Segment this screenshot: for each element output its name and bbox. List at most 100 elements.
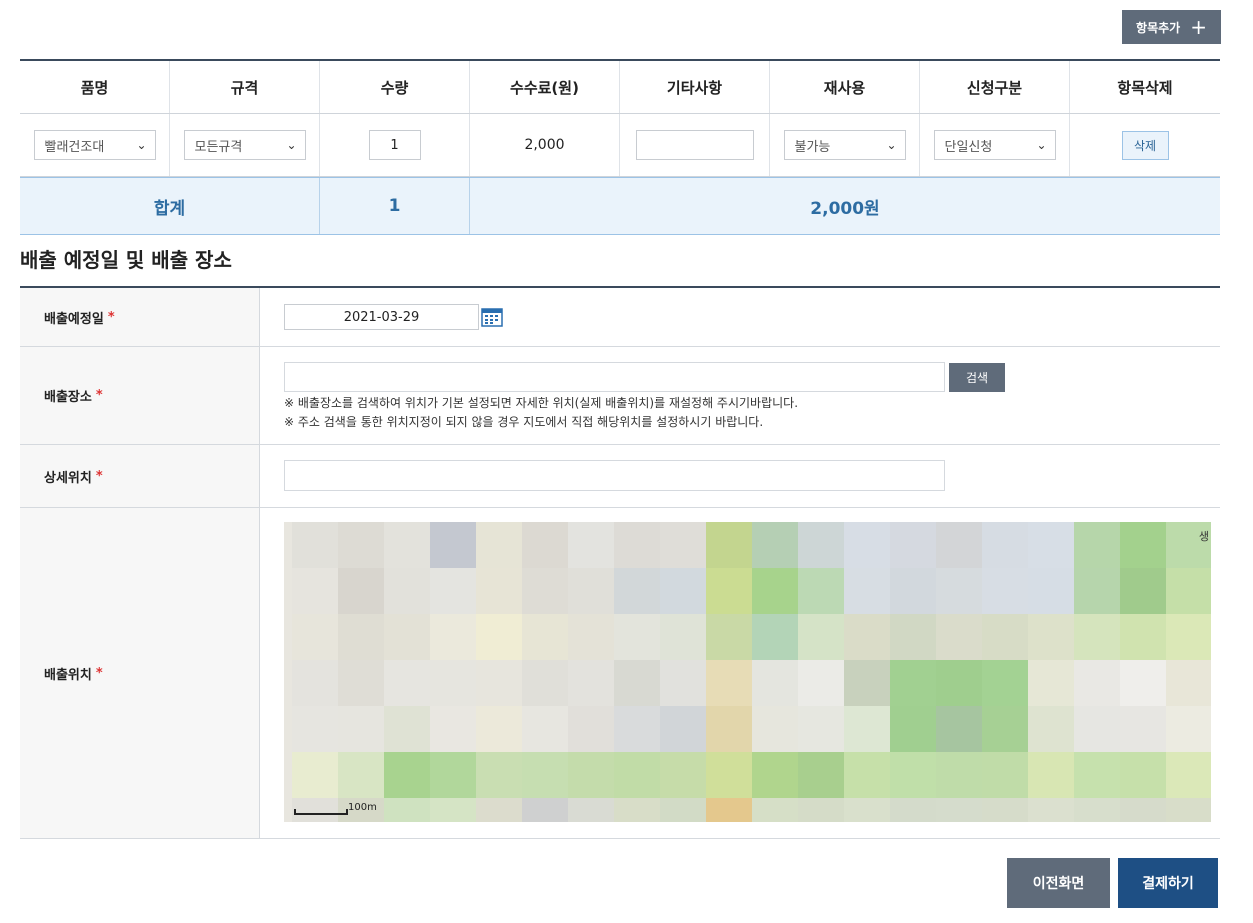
detail-location-input[interactable]	[284, 460, 945, 491]
map-tile	[430, 522, 476, 568]
note-input[interactable]	[635, 130, 754, 160]
map-tile	[752, 798, 798, 822]
map-tile	[1028, 752, 1074, 798]
map-tile	[798, 706, 844, 752]
map-tile	[798, 522, 844, 568]
map-tile	[982, 522, 1028, 568]
header-fee: 수수료(원)	[470, 61, 620, 113]
map-tile	[614, 706, 660, 752]
map-edge-label: 생	[1198, 530, 1209, 543]
map-tile	[890, 568, 936, 614]
plus-icon: +	[1190, 15, 1207, 39]
map-tile	[384, 614, 430, 660]
location-map[interactable]: 100m 생	[284, 522, 1211, 822]
place-value-cell: 검색 ※ 배출장소를 검색하여 위치가 기본 설정되면 자세한 위치(실제 배출…	[260, 347, 1220, 444]
map-tile	[384, 522, 430, 568]
header-quantity: 수량	[320, 61, 470, 113]
map-tile	[1028, 798, 1074, 822]
map-tile	[292, 752, 338, 798]
section-title: 배출 예정일 및 배출 장소	[20, 248, 232, 272]
map-tile	[430, 568, 476, 614]
cell-quantity: 1	[320, 114, 470, 176]
date-input[interactable]: 2021-03-29	[284, 304, 479, 330]
map-tile	[1166, 660, 1211, 706]
quantity-input[interactable]: 1	[368, 130, 421, 160]
map-tile	[430, 614, 476, 660]
delete-button[interactable]: 삭제	[1121, 130, 1169, 160]
pay-button[interactable]: 결제하기	[1118, 858, 1218, 908]
map-tile	[522, 706, 568, 752]
map-tile	[292, 614, 338, 660]
request-type-select[interactable]: 단일신청 ⌄	[933, 130, 1056, 160]
map-tile	[706, 752, 752, 798]
header-request-type: 신청구분	[920, 61, 1070, 113]
map-tile	[568, 522, 614, 568]
map-tile	[982, 752, 1028, 798]
items-table: 품명 규격 수량 수수료(원) 기타사항 재사용 신청구분 항목삭제 빨래건조대…	[20, 59, 1220, 235]
map-tile	[476, 706, 522, 752]
header-note: 기타사항	[620, 61, 770, 113]
map-tile	[1120, 660, 1166, 706]
map-tile	[1074, 752, 1120, 798]
total-label: 합계	[20, 178, 320, 234]
map-tile	[292, 660, 338, 706]
map-tile	[292, 522, 338, 568]
map-tile	[890, 752, 936, 798]
reuse-select-value: 불가능	[794, 139, 831, 155]
detail-label-text: 상세위치	[44, 470, 92, 486]
map-tile	[890, 660, 936, 706]
map-value-cell: 100m 생	[260, 508, 1220, 838]
map-tile	[1120, 568, 1166, 614]
map-tile	[844, 706, 890, 752]
address-input[interactable]	[284, 362, 945, 392]
calendar-icon[interactable]	[481, 307, 503, 327]
map-tile	[338, 752, 384, 798]
map-tile	[660, 660, 706, 706]
map-tile	[752, 660, 798, 706]
map-tile	[292, 568, 338, 614]
map-tile	[706, 522, 752, 568]
chevron-down-icon: ⌄	[886, 138, 897, 152]
product-select[interactable]: 빨래건조대 ⌄	[33, 130, 156, 160]
map-tile	[476, 660, 522, 706]
map-tile	[476, 568, 522, 614]
map-tile	[1120, 614, 1166, 660]
disposal-form: 배출예정일 * 2021-03-29 배출장소 * 검색 ※ 배출장소를 검색하…	[20, 286, 1220, 839]
map-tile	[798, 568, 844, 614]
map-tile	[752, 614, 798, 660]
map-tile	[660, 798, 706, 822]
map-tile	[844, 568, 890, 614]
map-tile	[338, 568, 384, 614]
map-tile	[614, 752, 660, 798]
map-tile	[660, 568, 706, 614]
map-tile	[936, 752, 982, 798]
map-tile	[1028, 522, 1074, 568]
place-row: 배출장소 * 검색 ※ 배출장소를 검색하여 위치가 기본 설정되면 자세한 위…	[20, 347, 1220, 445]
map-tile	[890, 706, 936, 752]
map-tile	[936, 706, 982, 752]
reuse-select[interactable]: 불가능 ⌄	[783, 130, 906, 160]
map-tile	[384, 706, 430, 752]
map-tile	[1166, 568, 1211, 614]
map-scale-label: 100m	[348, 802, 377, 813]
map-tile	[660, 522, 706, 568]
detail-row: 상세위치 *	[20, 445, 1220, 508]
cell-request-type: 단일신청 ⌄	[920, 114, 1070, 176]
map-tile	[476, 614, 522, 660]
map-tile	[890, 798, 936, 822]
spec-select[interactable]: 모든규격 ⌄	[183, 130, 306, 160]
search-button[interactable]: 검색	[949, 363, 1005, 392]
required-mark: *	[95, 388, 103, 403]
map-tile	[522, 752, 568, 798]
previous-button[interactable]: 이전화면	[1007, 858, 1110, 908]
map-tile	[430, 798, 476, 822]
map-tile	[798, 798, 844, 822]
map-tile	[844, 660, 890, 706]
map-tile	[568, 660, 614, 706]
cell-reuse: 불가능 ⌄	[770, 114, 920, 176]
map-label: 배출위치 *	[20, 508, 260, 838]
map-tile	[936, 660, 982, 706]
add-item-button[interactable]: 항목추가 +	[1122, 10, 1221, 44]
map-tile	[660, 706, 706, 752]
map-tile	[844, 798, 890, 822]
